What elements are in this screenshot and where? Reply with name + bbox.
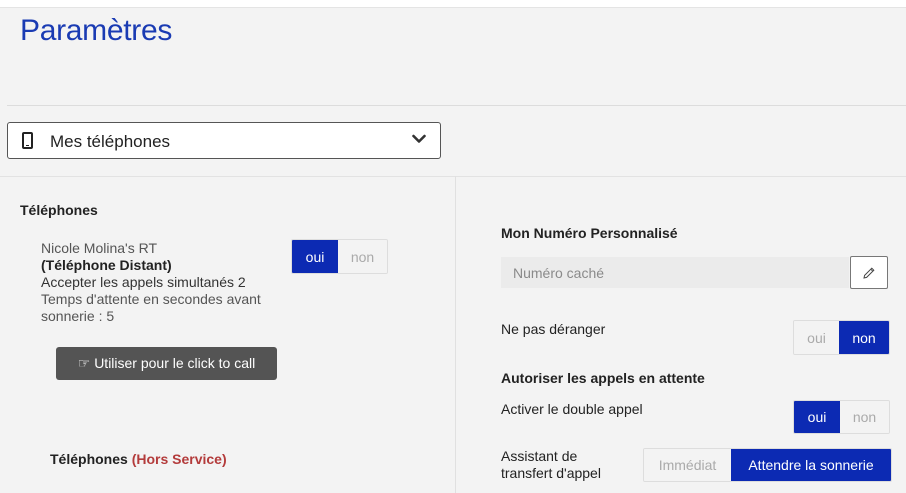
panel-divider xyxy=(0,176,906,177)
phones-section-title: Téléphones xyxy=(20,202,98,218)
edit-custom-number-button[interactable] xyxy=(850,256,888,289)
custom-number-input[interactable] xyxy=(501,257,849,288)
simultaneous-calls: Accepter les appels simultanés 2 xyxy=(41,274,246,290)
double-call-toggle: oui non xyxy=(793,400,890,434)
device-type: (Téléphone Distant) xyxy=(41,257,172,273)
phones-selector-label: Mes téléphones xyxy=(50,132,171,151)
chevron-down-icon xyxy=(412,134,426,143)
click-to-call-button[interactable]: ☞ Utiliser pour le click to call xyxy=(56,347,277,380)
device-active-toggle: oui non xyxy=(291,239,388,274)
out-of-service-title: Téléphones (Hors Service) xyxy=(50,451,227,467)
double-call-yes-option[interactable]: oui xyxy=(794,401,840,433)
page-title: Paramètres xyxy=(20,14,173,47)
phones-selector[interactable]: Mes téléphones xyxy=(7,122,441,159)
dnd-no-option[interactable]: non xyxy=(839,321,889,354)
wait-time-line2: sonnerie : 5 xyxy=(41,308,115,324)
transfer-immediate-option[interactable]: Immédiat xyxy=(644,449,731,481)
transfer-label-line2: transfert d'appel xyxy=(501,465,601,481)
out-of-service-title-text: Téléphones xyxy=(50,451,132,467)
column-divider xyxy=(455,176,456,493)
out-of-service-tag: (Hors Service) xyxy=(131,451,227,467)
dnd-toggle: oui non xyxy=(793,320,890,355)
device-yes-option[interactable]: oui xyxy=(292,240,338,273)
header-divider xyxy=(7,105,906,106)
wait-time-line1: Temps d'attente en secondes avant xyxy=(41,291,261,307)
transfer-mode-toggle: Immédiat Attendre la sonnerie xyxy=(643,448,892,482)
device-no-option[interactable]: non xyxy=(338,240,387,273)
mobile-phone-icon xyxy=(22,132,33,149)
top-bar xyxy=(0,0,906,8)
transfer-label-line1: Assistant de xyxy=(501,448,578,464)
dnd-label: Ne pas déranger xyxy=(501,321,606,337)
double-call-label: Activer le double appel xyxy=(501,401,643,417)
double-call-no-option[interactable]: non xyxy=(840,401,889,433)
pencil-icon xyxy=(863,266,875,279)
custom-number-title: Mon Numéro Personnalisé xyxy=(501,225,678,241)
device-name: Nicole Molina's RT xyxy=(41,240,158,256)
waiting-calls-title: Autoriser les appels en attente xyxy=(501,370,705,386)
dnd-yes-option[interactable]: oui xyxy=(794,321,839,354)
transfer-wait-option[interactable]: Attendre la sonnerie xyxy=(731,449,891,481)
